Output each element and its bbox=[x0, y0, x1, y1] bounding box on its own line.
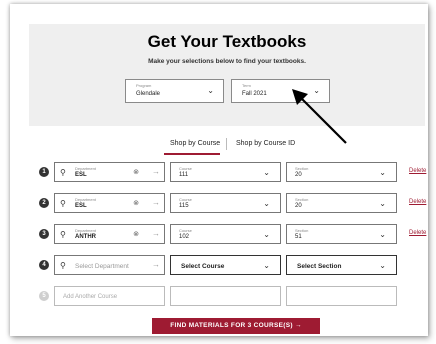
course-label: Course bbox=[179, 166, 192, 171]
department-value: ESL bbox=[75, 203, 87, 209]
search-icon: ⚲ bbox=[60, 230, 66, 239]
course-select[interactable]: Course 111 ⌄ bbox=[170, 162, 281, 182]
department-placeholder: Select Department bbox=[75, 263, 129, 270]
section-value: 20 bbox=[295, 172, 302, 178]
section-select[interactable]: Section 51 ⌄ bbox=[286, 224, 397, 244]
section-select[interactable]: Select Section ⌄ bbox=[286, 255, 397, 275]
clear-icon[interactable]: ⊗ bbox=[133, 168, 139, 176]
program-select[interactable]: Program Glendale ⌄ bbox=[125, 79, 224, 103]
department-label: Department bbox=[75, 228, 96, 233]
add-course-placeholder: Add Another Course bbox=[63, 294, 118, 300]
department-field[interactable]: ⚲ Department ESL ⊗ → bbox=[54, 162, 165, 182]
chevron-down-icon: ⌄ bbox=[263, 199, 270, 208]
department-field[interactable]: ⚲ Department ESL ⊗ → bbox=[54, 193, 165, 213]
course-label: Course bbox=[179, 228, 192, 233]
clear-icon[interactable]: ⊗ bbox=[133, 230, 139, 238]
term-label: Term bbox=[242, 83, 251, 88]
empty-section-field bbox=[286, 286, 397, 306]
arrow-right-icon: → bbox=[152, 229, 160, 238]
course-select[interactable]: Course 115 ⌄ bbox=[170, 193, 281, 213]
section-placeholder: Select Section bbox=[297, 263, 342, 270]
chevron-down-icon: ⌄ bbox=[379, 168, 386, 177]
find-materials-button[interactable]: FIND MATERIALS FOR 3 COURSE(S) → bbox=[152, 318, 320, 334]
page-frame: Get Your Textbooks Make your selections … bbox=[10, 4, 428, 336]
department-value: ANTHR bbox=[75, 234, 96, 240]
arrow-right-icon: → bbox=[152, 198, 160, 207]
add-course-field[interactable]: Add Another Course bbox=[54, 286, 165, 306]
section-label: Section bbox=[295, 166, 309, 171]
tab-divider bbox=[226, 138, 227, 150]
course-value: 111 bbox=[179, 172, 189, 178]
section-select[interactable]: Section 20 ⌄ bbox=[286, 162, 397, 182]
delete-link[interactable]: Delete bbox=[409, 230, 426, 236]
department-label: Department bbox=[75, 197, 96, 202]
department-label: Department bbox=[75, 166, 96, 171]
course-value: 102 bbox=[179, 234, 190, 240]
search-icon: ⚲ bbox=[60, 168, 66, 177]
chevron-down-icon: ⌄ bbox=[379, 199, 386, 208]
search-icon: ⚲ bbox=[60, 261, 66, 270]
program-value: Glendale bbox=[136, 91, 161, 97]
program-label: Program bbox=[136, 83, 152, 88]
department-field[interactable]: ⚲ Department ANTHR ⊗ → bbox=[54, 224, 165, 244]
clear-icon[interactable]: ⊗ bbox=[133, 199, 139, 207]
row-number: 5 bbox=[39, 291, 49, 301]
chevron-down-icon: ⌄ bbox=[379, 261, 386, 270]
chevron-down-icon: ⌄ bbox=[263, 230, 270, 239]
delete-link[interactable]: Delete bbox=[409, 199, 426, 205]
course-placeholder: Select Course bbox=[181, 263, 225, 270]
department-value: ESL bbox=[75, 172, 87, 178]
chevron-down-icon: ⌄ bbox=[263, 261, 270, 270]
search-icon: ⚲ bbox=[60, 199, 66, 208]
annotation-arrow-icon bbox=[292, 89, 347, 144]
row-number: 1 bbox=[39, 167, 49, 177]
arrow-right-icon: → bbox=[152, 260, 160, 269]
chevron-down-icon: ⌄ bbox=[379, 230, 386, 239]
tab-shop-by-course-id[interactable]: Shop by Course ID bbox=[236, 140, 295, 147]
active-tab-indicator bbox=[164, 153, 220, 155]
delete-link[interactable]: Delete bbox=[409, 168, 426, 174]
term-value: Fall 2021 bbox=[242, 91, 267, 97]
tab-shop-by-course[interactable]: Shop by Course bbox=[170, 140, 220, 147]
page-subtitle: Make your selections below to find your … bbox=[148, 58, 306, 65]
section-value: 20 bbox=[295, 203, 302, 209]
page-title: Get Your Textbooks bbox=[147, 32, 307, 51]
arrow-right-icon: → bbox=[152, 167, 160, 176]
course-select[interactable]: Course 102 ⌄ bbox=[170, 224, 281, 244]
row-number: 2 bbox=[39, 198, 49, 208]
chevron-down-icon: ⌄ bbox=[263, 168, 270, 177]
section-select[interactable]: Section 20 ⌄ bbox=[286, 193, 397, 213]
department-field[interactable]: ⚲ Select Department → bbox=[54, 255, 165, 275]
row-number: 3 bbox=[39, 229, 49, 239]
row-number: 4 bbox=[39, 260, 49, 270]
chevron-down-icon: ⌄ bbox=[207, 86, 214, 95]
course-select[interactable]: Select Course ⌄ bbox=[170, 255, 281, 275]
hero-panel: Get Your Textbooks Make your selections … bbox=[29, 24, 425, 126]
section-label: Section bbox=[295, 228, 309, 233]
section-value: 51 bbox=[295, 234, 302, 240]
section-label: Section bbox=[295, 197, 309, 202]
course-value: 115 bbox=[179, 203, 189, 209]
empty-course-field bbox=[170, 286, 281, 306]
course-label: Course bbox=[179, 197, 192, 202]
